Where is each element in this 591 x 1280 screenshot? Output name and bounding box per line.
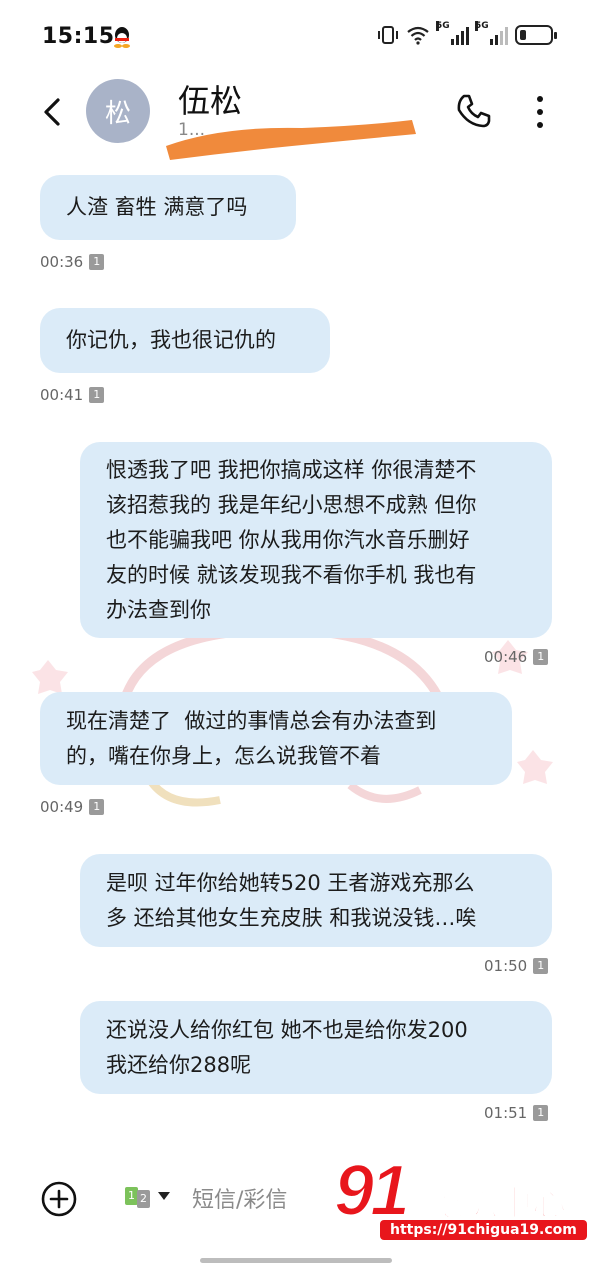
redaction-scribble <box>166 120 416 160</box>
contact-avatar[interactable]: 松 <box>86 79 150 143</box>
message-text-line: 友的时候 就该发现我不看你手机 我也有 <box>106 563 477 587</box>
message-time: 00:36 <box>40 253 84 271</box>
message-text-line: 还说没人给你红包 她不也是给你发200 <box>106 1018 468 1042</box>
battery-level-fill <box>520 30 526 40</box>
sim-badge: 1 <box>89 254 105 270</box>
vibrate-icon <box>378 26 398 44</box>
message-bubble-sent[interactable]: 恨透我了吧 我把你搞成这样 你很清楚不 该招惹我的 我是年纪小思想不成熟 但你 … <box>80 442 552 638</box>
sim-2-badge: 2 <box>137 1190 150 1208</box>
message-time: 00:46 <box>484 648 528 666</box>
watermark-text: 吃瓜中心 <box>429 1183 567 1225</box>
sim-badge: 1 <box>533 1105 549 1121</box>
cellular-signal-2: 5G <box>475 21 508 45</box>
message-meta: 01:51 1 <box>484 1104 549 1122</box>
message-text-line: 该招惹我的 我是年纪小思想不成熟 但你 <box>106 493 477 517</box>
conversation-header: 松 伍松 1... <box>0 70 591 162</box>
message-meta: 01:50 1 <box>484 957 549 975</box>
watermark-logo: 91 吃瓜中心 https://91chigua19.com <box>330 1150 587 1250</box>
sim-badge: 1 <box>533 958 549 974</box>
status-bar: 15:15 5G 5G <box>0 0 591 70</box>
watermark-url: https://91chigua19.com <box>380 1220 587 1240</box>
message-meta: 00:49 1 <box>40 798 105 816</box>
message-meta: 00:41 1 <box>40 386 105 404</box>
sim-badge: 1 <box>89 387 105 403</box>
network-type-label: 5G <box>475 21 489 31</box>
cellular-signal-1: 5G <box>436 21 469 45</box>
message-meta: 00:46 1 <box>484 648 549 666</box>
message-text-line: 办法查到你 <box>106 598 211 622</box>
more-options-icon[interactable] <box>530 92 550 132</box>
message-text-line: 我还给你288呢 <box>106 1053 252 1077</box>
message-bubble-sent[interactable]: 还说没人给你红包 她不也是给你发200 我还给你288呢 <box>80 1001 552 1094</box>
message-text-line: 你记仇，我也很记仇的 <box>66 328 276 352</box>
message-bubble-received[interactable]: 人渣 畜牲 满意了吗 <box>40 175 296 240</box>
dropdown-caret-icon <box>158 1192 170 1200</box>
message-text-line: 现在清楚了 做过的事情总会有办法查到 <box>66 709 437 733</box>
network-type-label: 5G <box>436 21 450 31</box>
message-bubble-received[interactable]: 现在清楚了 做过的事情总会有办法查到 的，嘴在你身上，怎么说我管不着 <box>40 692 512 785</box>
add-attachment-button[interactable] <box>40 1180 78 1218</box>
sim-selector[interactable]: 1 2 <box>125 1184 170 1208</box>
qq-penguin-icon <box>114 27 130 48</box>
phone-call-button[interactable] <box>454 92 492 130</box>
message-time: 00:41 <box>40 386 84 404</box>
sim-badge: 1 <box>533 649 549 665</box>
message-bubble-received[interactable]: 你记仇，我也很记仇的 <box>40 308 330 373</box>
message-text-line: 多 还给其他女生充皮肤 和我说没钱…唉 <box>106 906 477 930</box>
wifi-icon <box>407 26 429 45</box>
back-button[interactable] <box>38 92 68 132</box>
status-time: 15:15 <box>42 24 115 49</box>
battery-icon <box>515 25 557 45</box>
message-meta: 00:36 1 <box>40 253 105 271</box>
message-bubble-sent[interactable]: 是呗 过年你给她转520 王者游戏充那么 多 还给其他女生充皮肤 和我说没钱…唉 <box>80 854 552 947</box>
home-indicator[interactable] <box>200 1258 392 1263</box>
message-time: 00:49 <box>40 798 84 816</box>
message-text-line: 恨透我了吧 我把你搞成这样 你很清楚不 <box>106 458 477 482</box>
message-text-line: 是呗 过年你给她转520 王者游戏充那么 <box>106 871 475 895</box>
message-text-line: 也不能骗我吧 你从我用你汽水音乐删好 <box>106 528 470 552</box>
sim-badge: 1 <box>89 799 105 815</box>
message-text-line: 人渣 畜牲 满意了吗 <box>66 195 248 219</box>
message-time: 01:51 <box>484 1104 528 1122</box>
message-time: 01:50 <box>484 957 528 975</box>
message-text-line: 的，嘴在你身上，怎么说我管不着 <box>66 744 381 768</box>
